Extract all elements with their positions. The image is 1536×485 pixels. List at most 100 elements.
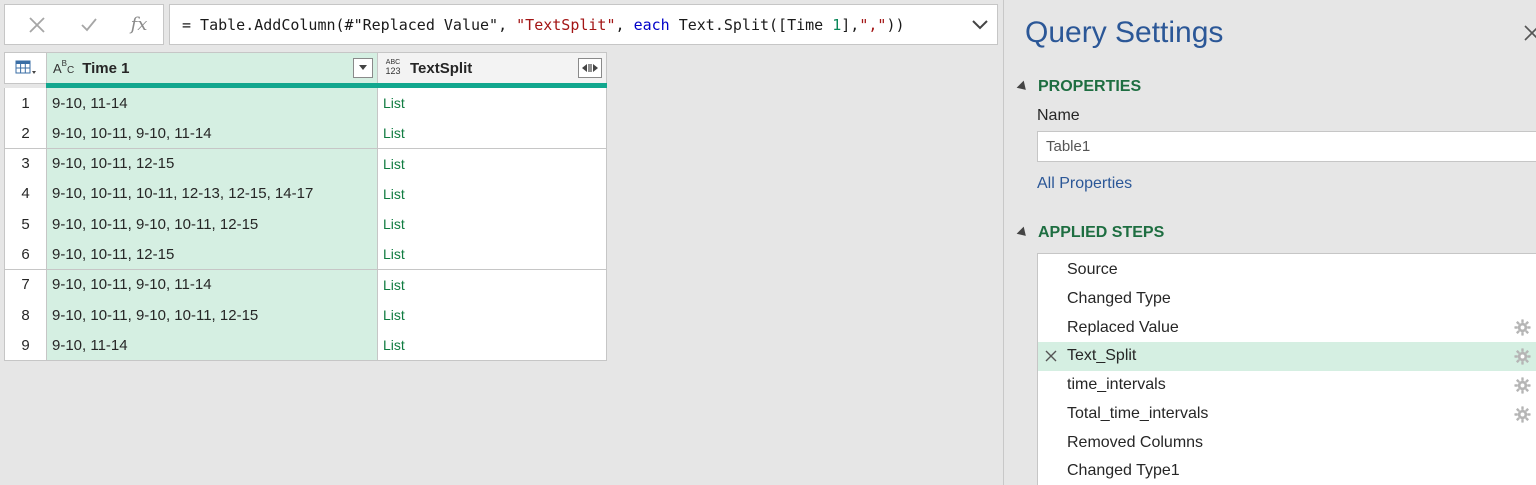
applied-step[interactable]: Removed Columns xyxy=(1038,428,1536,457)
chevron-down-icon xyxy=(359,65,367,70)
cell-textsplit-list[interactable]: List xyxy=(377,330,607,362)
formula-token: , xyxy=(615,16,634,34)
any-type-icon[interactable]: ABC 123 xyxy=(384,59,402,77)
applied-step[interactable]: Replaced Value xyxy=(1038,313,1536,342)
column-header-textsplit[interactable]: ABC 123 TextSplit xyxy=(377,52,607,84)
column-header-time-1[interactable]: ABC Time 1 xyxy=(46,52,378,84)
text-type-icon[interactable]: ABC xyxy=(53,59,74,76)
delete-step-icon[interactable] xyxy=(1045,350,1057,362)
grid-rows: 1 9-10, 11-14 List 2 9-10, 10-11, 9-10, 11-1… xyxy=(4,88,607,362)
row-number[interactable]: 3 xyxy=(4,148,47,180)
column-header-label: TextSplit xyxy=(410,59,473,77)
grid-header: ABC Time 1 ABC 123 TextSplit xyxy=(4,52,607,88)
fx-icon: fx xyxy=(130,14,148,35)
cell-time-1[interactable]: 9-10, 11-14 xyxy=(46,330,378,362)
formula-token: "Replaced Value" xyxy=(353,16,499,34)
applied-step[interactable]: Text_Split xyxy=(1038,342,1536,371)
applied-step-label: Changed Type xyxy=(1067,290,1171,308)
query-settings-title: Query Settings xyxy=(1025,16,1224,49)
table-row[interactable]: 3 9-10, 10-11, 12-15 List xyxy=(4,148,607,180)
table-row[interactable]: 7 9-10, 10-11, 9-10, 11-14 List xyxy=(4,269,607,301)
cell-time-1[interactable]: 9-10, 10-11, 9-10, 11-14 xyxy=(46,269,378,301)
cell-textsplit-list[interactable]: List xyxy=(377,118,607,150)
row-number[interactable]: 2 xyxy=(4,118,47,150)
chevron-down-icon[interactable] xyxy=(971,17,989,33)
applied-steps-list: Source Changed Type Replaced Value Text_Spl… xyxy=(1037,253,1536,485)
applied-step[interactable]: Changed Type xyxy=(1038,285,1536,314)
close-icon xyxy=(29,16,45,33)
collapse-triangle-icon xyxy=(1016,80,1030,94)
cell-time-1[interactable]: 9-10, 10-11, 12-15 xyxy=(46,239,378,271)
row-number[interactable]: 4 xyxy=(4,178,47,210)
formula-token: each xyxy=(633,16,670,34)
table-row[interactable]: 4 9-10, 10-11, 10-11, 12-13, 12-15, 14-17… xyxy=(4,178,607,210)
properties-section-header[interactable]: PROPERTIES xyxy=(1016,78,1141,96)
formula-token: "," xyxy=(859,16,887,34)
cell-time-1[interactable]: 9-10, 10-11, 9-10, 11-14 xyxy=(46,118,378,150)
formula-token: "TextSplit" xyxy=(516,16,616,34)
row-number[interactable]: 6 xyxy=(4,239,47,271)
formula-bar: fx = Table.AddColumn(#"Replaced Value", … xyxy=(4,4,998,45)
query-name-input[interactable] xyxy=(1037,131,1536,162)
table-menu-button[interactable] xyxy=(4,52,47,84)
cell-time-1[interactable]: 9-10, 10-11, 9-10, 10-11, 12-15 xyxy=(46,209,378,241)
table-icon xyxy=(15,60,36,74)
applied-step-label: Source xyxy=(1067,261,1118,279)
applied-step-label: Removed Columns xyxy=(1067,433,1204,451)
cell-textsplit-list[interactable]: List xyxy=(377,209,607,241)
cell-textsplit-list[interactable]: List xyxy=(377,239,607,271)
row-number[interactable]: 8 xyxy=(4,300,47,332)
formula-token: )) xyxy=(886,16,905,34)
table-row[interactable]: 1 9-10, 11-14 List xyxy=(4,88,607,119)
applied-step[interactable]: time_intervals xyxy=(1038,371,1536,400)
cell-time-1[interactable]: 9-10, 10-11, 12-15 xyxy=(46,148,378,180)
gear-icon[interactable] xyxy=(1514,319,1531,336)
insert-function-button[interactable]: fx xyxy=(121,5,157,44)
commit-formula-button[interactable] xyxy=(71,5,107,44)
column-filter-button[interactable] xyxy=(353,58,373,78)
column-header-label: Time 1 xyxy=(82,59,130,77)
row-number[interactable]: 1 xyxy=(4,88,47,119)
formula-token: , xyxy=(498,16,517,34)
table-row[interactable]: 8 9-10, 10-11, 9-10, 10-11, 12-15 List xyxy=(4,300,607,332)
formula-token: ], xyxy=(841,16,860,34)
cell-time-1[interactable]: 9-10, 10-11, 10-11, 12-13, 12-15, 14-17 xyxy=(46,178,378,210)
formula-input[interactable]: = Table.AddColumn(#"Replaced Value", "Te… xyxy=(169,4,998,45)
table-row[interactable]: 2 9-10, 10-11, 9-10, 11-14 List xyxy=(4,118,607,150)
cell-textsplit-list[interactable]: List xyxy=(377,88,607,119)
table-row[interactable]: 6 9-10, 10-11, 12-15 List xyxy=(4,239,607,271)
formula-token: = Table.AddColumn(# xyxy=(182,16,354,34)
expand-arrows-icon xyxy=(582,64,598,72)
applied-steps-section-header[interactable]: APPLIED STEPS xyxy=(1016,224,1164,242)
applied-step-label: Replaced Value xyxy=(1067,318,1179,336)
gear-icon[interactable] xyxy=(1514,377,1531,394)
close-icon[interactable] xyxy=(1521,22,1536,44)
gear-icon[interactable] xyxy=(1514,405,1531,423)
formula-bar-tools: fx xyxy=(4,4,164,45)
cell-textsplit-list[interactable]: List xyxy=(377,300,607,332)
query-settings-pane: Query Settings PROPERTIES Name All Prope… xyxy=(1004,0,1536,485)
row-number[interactable]: 7 xyxy=(4,269,47,301)
expand-column-button[interactable] xyxy=(578,58,602,78)
table-row[interactable]: 9 9-10, 11-14 List xyxy=(4,330,607,362)
applied-step-label: Text_Split xyxy=(1067,347,1137,365)
row-number[interactable]: 5 xyxy=(4,209,47,241)
applied-step-label: Total_time_intervals xyxy=(1067,404,1209,422)
cell-textsplit-list[interactable]: List xyxy=(377,269,607,301)
all-properties-link[interactable]: All Properties xyxy=(1037,175,1132,193)
cancel-formula-button[interactable] xyxy=(19,5,55,44)
applied-step[interactable]: Total_time_intervals xyxy=(1038,400,1536,429)
row-number[interactable]: 9 xyxy=(4,330,47,362)
applied-step[interactable]: Source xyxy=(1038,256,1536,285)
formula-text: = Table.AddColumn(#"Replaced Value", "Te… xyxy=(182,5,905,44)
cell-textsplit-list[interactable]: List xyxy=(377,178,607,210)
cell-time-1[interactable]: 9-10, 10-11, 9-10, 10-11, 12-15 xyxy=(46,300,378,332)
formula-token: 1 xyxy=(832,16,842,34)
applied-step-label: Changed Type1 xyxy=(1067,462,1180,480)
table-row[interactable]: 5 9-10, 10-11, 9-10, 10-11, 12-15 List xyxy=(4,209,607,241)
cell-time-1[interactable]: 9-10, 11-14 xyxy=(46,88,378,119)
applied-step[interactable]: Changed Type1 xyxy=(1038,457,1536,485)
query-editor-pane: fx = Table.AddColumn(#"Replaced Value", … xyxy=(0,0,1003,485)
gear-icon[interactable] xyxy=(1514,348,1531,365)
cell-textsplit-list[interactable]: List xyxy=(377,148,607,180)
